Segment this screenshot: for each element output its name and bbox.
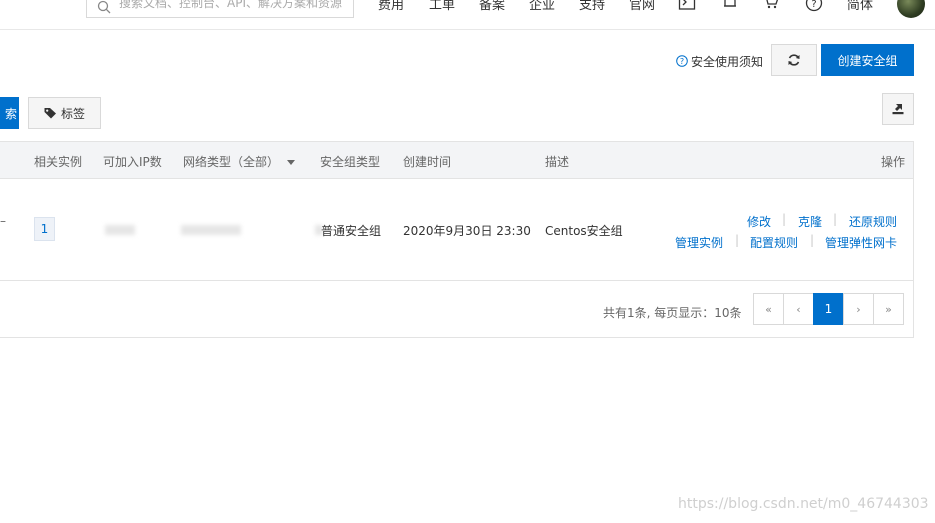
- clone-link[interactable]: 克隆: [798, 213, 822, 230]
- separator: |: [735, 233, 740, 247]
- configure-rules-link[interactable]: 配置规则: [750, 234, 798, 251]
- instance-count-badge[interactable]: 1: [34, 217, 55, 241]
- header-ip-count: 可加入IP数: [103, 155, 162, 169]
- security-notice-label: 安全使用须知: [691, 54, 764, 69]
- header-instances: 相关实例: [34, 155, 83, 169]
- nav-enterprise[interactable]: 企业: [529, 0, 555, 13]
- last-page-button[interactable]: »: [873, 293, 904, 325]
- header-group-type: 安全组类型: [320, 155, 381, 169]
- global-search[interactable]: [86, 0, 354, 18]
- tag-filter-label: 标签: [60, 106, 85, 121]
- tag-icon: [44, 108, 56, 119]
- search-icon: [97, 0, 111, 14]
- nav-icp[interactable]: 备案: [479, 0, 505, 13]
- nav-tickets[interactable]: 工单: [429, 0, 455, 13]
- row-partial-mark: –: [0, 214, 6, 228]
- search-button[interactable]: 索: [0, 97, 19, 129]
- header-created-time: 创建时间: [403, 155, 452, 169]
- table-header: 相关实例 可加入IP数 网络类型（全部） 安全组类型 创建时间 描述 操作: [0, 142, 913, 179]
- question-circle-icon: ?: [676, 55, 688, 67]
- pagination: « ‹ 1 › »: [753, 293, 904, 325]
- nav-billing[interactable]: 费用: [378, 0, 404, 13]
- cart-icon[interactable]: [762, 0, 780, 12]
- language-switch[interactable]: 简体: [847, 0, 873, 13]
- restore-rules-link[interactable]: 还原规则: [849, 213, 897, 230]
- help-icon[interactable]: ?: [805, 0, 823, 12]
- modify-link[interactable]: 修改: [747, 213, 771, 230]
- export-button[interactable]: [882, 93, 914, 125]
- redacted-network-type: [181, 225, 241, 235]
- search-input[interactable]: [119, 0, 349, 17]
- bell-icon[interactable]: [721, 0, 739, 12]
- group-type-value: 普通安全组: [321, 224, 382, 238]
- refresh-button[interactable]: [771, 44, 817, 76]
- nav-support[interactable]: 支持: [579, 0, 605, 13]
- terminal-icon[interactable]: [678, 0, 696, 12]
- description-value: Centos安全组: [545, 224, 623, 238]
- caret-down-icon: [287, 160, 296, 165]
- separator: |: [833, 212, 838, 226]
- separator: |: [782, 212, 787, 226]
- manage-instances-link[interactable]: 管理实例: [675, 234, 723, 251]
- security-notice-link[interactable]: ? 安全使用须知: [676, 52, 763, 70]
- tag-filter-button[interactable]: 标签: [28, 97, 101, 129]
- header-operations: 操作: [881, 155, 906, 169]
- redacted-ip-count: [105, 225, 135, 235]
- header-description: 描述: [545, 155, 570, 169]
- table-row: – 1 普通安全组 2020年9月30日 23:30 Centos安全组 修改 …: [0, 179, 913, 281]
- export-icon: [892, 104, 904, 115]
- avatar[interactable]: [897, 0, 925, 18]
- current-page-button[interactable]: 1: [813, 293, 844, 325]
- created-time-value: 2020年9月30日 23:30: [403, 224, 531, 238]
- header-network-type[interactable]: 网络类型（全部）: [183, 153, 296, 170]
- watermark-text: https://blog.csdn.net/m0_46744303: [678, 496, 929, 512]
- next-page-button[interactable]: ›: [843, 293, 874, 325]
- svg-text:?: ?: [811, 0, 816, 10]
- svg-text:?: ?: [680, 57, 684, 66]
- manage-eni-link[interactable]: 管理弹性网卡: [825, 234, 897, 251]
- separator: |: [810, 233, 815, 247]
- network-type-label: 网络类型（全部）: [183, 155, 280, 169]
- create-security-group-button[interactable]: 创建安全组: [821, 44, 914, 76]
- refresh-icon: [788, 54, 800, 66]
- prev-page-button[interactable]: ‹: [783, 293, 814, 325]
- top-bar: 费用 工单 备案 企业 支持 官网 ? 简体: [0, 0, 935, 30]
- pagination-total: 共有1条, 每页显示：10条: [603, 306, 742, 320]
- nav-website[interactable]: 官网: [629, 0, 655, 13]
- first-page-button[interactable]: «: [753, 293, 784, 325]
- security-group-table: 相关实例 可加入IP数 网络类型（全部） 安全组类型 创建时间 描述 操作 – …: [0, 141, 914, 338]
